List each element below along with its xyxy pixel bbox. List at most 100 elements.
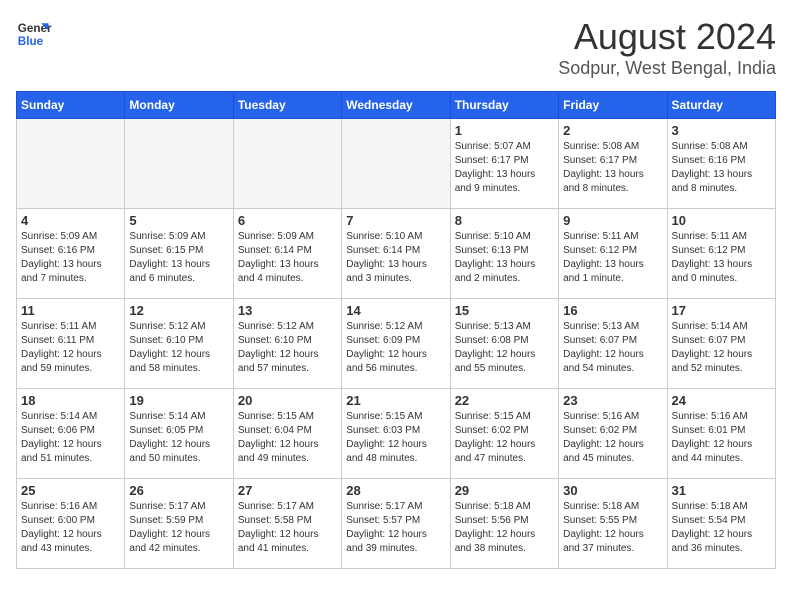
calendar-cell: 7Sunrise: 5:10 AM Sunset: 6:14 PM Daylig… [342,209,450,299]
day-info: Sunrise: 5:12 AM Sunset: 6:10 PM Dayligh… [238,320,337,376]
day-info: Sunrise: 5:11 AM Sunset: 6:12 PM Dayligh… [672,230,771,286]
main-title: August 2024 [558,16,776,58]
day-number: 19 [129,393,228,408]
calendar-cell: 25 Sunrise: 5:16 AM Sunset: 6:00 PM Dayli… [17,479,125,569]
column-header-sunday: Sunday [17,92,125,119]
title-section: August 2024 Sodpur, West Bengal, India [558,16,776,79]
day-info: Sunrise: 5:09 AM Sunset: 6:16 PM Dayligh… [21,230,120,286]
week-row-4: 18Sunrise: 5:14 AM Sunset: 6:06 PM Dayli… [17,389,776,479]
day-number: 1 [455,123,554,138]
day-number: 25 [21,483,120,498]
calendar-cell: 6 Sunrise: 5:09 AM Sunset: 6:14 PM Daylig… [233,209,341,299]
day-number: 24 [672,393,771,408]
column-header-tuesday: Tuesday [233,92,341,119]
day-number: 20 [238,393,337,408]
calendar-cell: 13 Sunrise: 5:12 AM Sunset: 6:10 PM Dayli… [233,299,341,389]
calendar-cell: 27Sunrise: 5:17 AM Sunset: 5:58 PM Dayli… [233,479,341,569]
calendar-cell [125,119,233,209]
column-header-friday: Friday [559,92,667,119]
day-number: 13 [238,303,337,318]
day-info: Sunrise: 5:18 AM Sunset: 5:56 PM Dayligh… [455,500,554,556]
calendar-cell [17,119,125,209]
day-info: Sunrise: 5:08 AM Sunset: 6:16 PM Dayligh… [672,140,771,196]
calendar-header-row: SundayMondayTuesdayWednesdayThursdayFrid… [17,92,776,119]
calendar-cell: 30 Sunrise: 5:18 AM Sunset: 5:55 PM Dayli… [559,479,667,569]
day-info: Sunrise: 5:15 AM Sunset: 6:03 PM Dayligh… [346,410,445,466]
calendar-cell: 17 Sunrise: 5:14 AM Sunset: 6:07 PM Dayli… [667,299,775,389]
day-info: Sunrise: 5:09 AM Sunset: 6:15 PM Dayligh… [129,230,228,286]
calendar-cell: 20 Sunrise: 5:15 AM Sunset: 6:04 PM Dayli… [233,389,341,479]
calendar-cell: 29 Sunrise: 5:18 AM Sunset: 5:56 PM Dayli… [450,479,558,569]
column-header-wednesday: Wednesday [342,92,450,119]
day-number: 4 [21,213,120,228]
calendar-cell: 8 Sunrise: 5:10 AM Sunset: 6:13 PM Daylig… [450,209,558,299]
day-info: Sunrise: 5:11 AM Sunset: 6:11 PM Dayligh… [21,320,120,376]
day-number: 9 [563,213,662,228]
day-number: 17 [672,303,771,318]
day-number: 23 [563,393,662,408]
page-header: General Blue August 2024 Sodpur, West Be… [16,16,776,79]
day-number: 22 [455,393,554,408]
calendar-cell: 10 Sunrise: 5:11 AM Sunset: 6:12 PM Dayli… [667,209,775,299]
logo: General Blue [16,16,52,52]
day-info: Sunrise: 5:10 AM Sunset: 6:14 PM Dayligh… [346,230,445,286]
day-info: Sunrise: 5:14 AM Sunset: 6:05 PM Dayligh… [129,410,228,466]
day-number: 31 [672,483,771,498]
day-number: 26 [129,483,228,498]
day-info: Sunrise: 5:18 AM Sunset: 5:54 PM Dayligh… [672,500,771,556]
calendar-cell: 12Sunrise: 5:12 AM Sunset: 6:10 PM Dayli… [125,299,233,389]
calendar-cell: 11 Sunrise: 5:11 AM Sunset: 6:11 PM Dayli… [17,299,125,389]
logo-icon: General Blue [16,16,52,52]
day-number: 29 [455,483,554,498]
calendar-cell: 24 Sunrise: 5:16 AM Sunset: 6:01 PM Dayli… [667,389,775,479]
calendar-cell: 18Sunrise: 5:14 AM Sunset: 6:06 PM Dayli… [17,389,125,479]
day-info: Sunrise: 5:09 AM Sunset: 6:14 PM Dayligh… [238,230,337,286]
svg-text:Blue: Blue [18,35,44,48]
day-info: Sunrise: 5:14 AM Sunset: 6:07 PM Dayligh… [672,320,771,376]
day-number: 15 [455,303,554,318]
day-info: Sunrise: 5:15 AM Sunset: 6:04 PM Dayligh… [238,410,337,466]
calendar-cell: 16Sunrise: 5:13 AM Sunset: 6:07 PM Dayli… [559,299,667,389]
day-info: Sunrise: 5:08 AM Sunset: 6:17 PM Dayligh… [563,140,662,196]
day-info: Sunrise: 5:12 AM Sunset: 6:10 PM Dayligh… [129,320,228,376]
calendar-cell: 4 Sunrise: 5:09 AM Sunset: 6:16 PM Daylig… [17,209,125,299]
day-info: Sunrise: 5:16 AM Sunset: 6:01 PM Dayligh… [672,410,771,466]
calendar-cell: 9Sunrise: 5:11 AM Sunset: 6:12 PM Daylig… [559,209,667,299]
calendar-cell: 31 Sunrise: 5:18 AM Sunset: 5:54 PM Dayli… [667,479,775,569]
day-number: 2 [563,123,662,138]
week-row-5: 25 Sunrise: 5:16 AM Sunset: 6:00 PM Dayli… [17,479,776,569]
day-number: 18 [21,393,120,408]
calendar-cell [233,119,341,209]
calendar-cell: 1 Sunrise: 5:07 AM Sunset: 6:17 PM Daylig… [450,119,558,209]
day-number: 21 [346,393,445,408]
day-info: Sunrise: 5:13 AM Sunset: 6:07 PM Dayligh… [563,320,662,376]
day-info: Sunrise: 5:17 AM Sunset: 5:58 PM Dayligh… [238,500,337,556]
day-info: Sunrise: 5:17 AM Sunset: 5:57 PM Dayligh… [346,500,445,556]
day-number: 10 [672,213,771,228]
calendar-cell: 3Sunrise: 5:08 AM Sunset: 6:16 PM Daylig… [667,119,775,209]
calendar-cell: 15 Sunrise: 5:13 AM Sunset: 6:08 PM Dayli… [450,299,558,389]
calendar-cell: 23Sunrise: 5:16 AM Sunset: 6:02 PM Dayli… [559,389,667,479]
calendar-cell [342,119,450,209]
day-info: Sunrise: 5:07 AM Sunset: 6:17 PM Dayligh… [455,140,554,196]
day-number: 8 [455,213,554,228]
day-info: Sunrise: 5:17 AM Sunset: 5:59 PM Dayligh… [129,500,228,556]
calendar-cell: 5Sunrise: 5:09 AM Sunset: 6:15 PM Daylig… [125,209,233,299]
day-info: Sunrise: 5:10 AM Sunset: 6:13 PM Dayligh… [455,230,554,286]
day-info: Sunrise: 5:15 AM Sunset: 6:02 PM Dayligh… [455,410,554,466]
calendar-cell: 2 Sunrise: 5:08 AM Sunset: 6:17 PM Daylig… [559,119,667,209]
week-row-1: 1 Sunrise: 5:07 AM Sunset: 6:17 PM Daylig… [17,119,776,209]
calendar-cell: 14Sunrise: 5:12 AM Sunset: 6:09 PM Dayli… [342,299,450,389]
day-number: 6 [238,213,337,228]
day-info: Sunrise: 5:12 AM Sunset: 6:09 PM Dayligh… [346,320,445,376]
week-row-3: 11 Sunrise: 5:11 AM Sunset: 6:11 PM Dayli… [17,299,776,389]
day-info: Sunrise: 5:16 AM Sunset: 6:00 PM Dayligh… [21,500,120,556]
day-info: Sunrise: 5:13 AM Sunset: 6:08 PM Dayligh… [455,320,554,376]
week-row-2: 4 Sunrise: 5:09 AM Sunset: 6:16 PM Daylig… [17,209,776,299]
calendar-cell: 22 Sunrise: 5:15 AM Sunset: 6:02 PM Dayli… [450,389,558,479]
day-info: Sunrise: 5:18 AM Sunset: 5:55 PM Dayligh… [563,500,662,556]
calendar-cell: 19 Sunrise: 5:14 AM Sunset: 6:05 PM Dayli… [125,389,233,479]
day-number: 11 [21,303,120,318]
calendar-cell: 26 Sunrise: 5:17 AM Sunset: 5:59 PM Dayli… [125,479,233,569]
day-number: 30 [563,483,662,498]
